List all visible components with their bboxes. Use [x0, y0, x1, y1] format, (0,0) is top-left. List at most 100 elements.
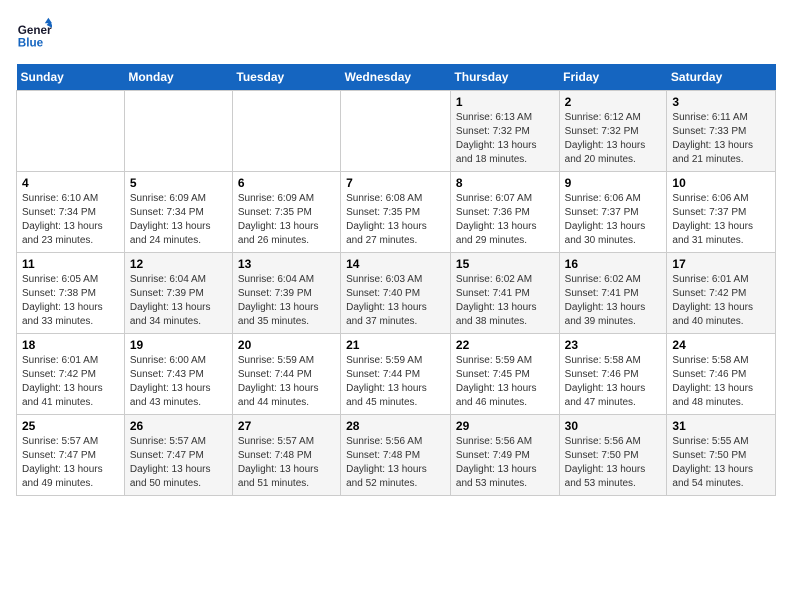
day-info: Sunrise: 5:59 AM Sunset: 7:44 PM Dayligh…: [346, 354, 445, 410]
calendar-cell: 22Sunrise: 5:59 AM Sunset: 7:45 PM Dayli…: [450, 334, 559, 415]
day-number: 15: [456, 257, 554, 271]
calendar-cell: 13 Sunrise: 6:04 AM Sunset: 7:39 PM Dayli…: [232, 253, 340, 334]
calendar-cell: 7 Sunrise: 6:08 AM Sunset: 7:35 PM Daylig…: [341, 172, 451, 253]
calendar-cell: 12 Sunrise: 6:04 AM Sunset: 7:39 PM Dayli…: [124, 253, 232, 334]
header: General Blue: [16, 16, 776, 52]
calendar-cell: 20Sunrise: 5:59 AM Sunset: 7:44 PM Dayli…: [232, 334, 340, 415]
calendar-cell: 2 Sunrise: 6:12 AM Sunset: 7:32 PM Daylig…: [559, 91, 667, 172]
day-info: Sunrise: 6:13 AM Sunset: 7:32 PM Dayligh…: [456, 111, 554, 167]
day-info: Sunrise: 6:02 AM Sunset: 7:41 PM Dayligh…: [565, 273, 662, 329]
calendar-body: 1 Sunrise: 6:13 AM Sunset: 7:32 PM Daylig…: [17, 91, 776, 496]
logo: General Blue: [16, 16, 52, 52]
header-cell-sunday: Sunday: [17, 64, 125, 91]
day-info: Sunrise: 6:06 AM Sunset: 7:37 PM Dayligh…: [565, 192, 662, 248]
day-number: 2: [565, 95, 662, 109]
day-number: 22: [456, 338, 554, 352]
day-number: 14: [346, 257, 445, 271]
calendar-cell: 26 Sunrise: 5:57 AM Sunset: 7:47 PM Dayli…: [124, 415, 232, 496]
header-cell-monday: Monday: [124, 64, 232, 91]
day-number: 8: [456, 176, 554, 190]
day-number: 28: [346, 419, 445, 433]
day-number: 17: [672, 257, 770, 271]
day-number: 25: [22, 419, 119, 433]
calendar-cell: 29Sunrise: 5:56 AM Sunset: 7:49 PM Dayli…: [450, 415, 559, 496]
calendar-cell: 4 Sunrise: 6:10 AM Sunset: 7:34 PM Daylig…: [17, 172, 125, 253]
day-info: Sunrise: 6:00 AM Sunset: 7:43 PM Dayligh…: [130, 354, 227, 410]
day-number: 7: [346, 176, 445, 190]
day-info: Sunrise: 6:03 AM Sunset: 7:40 PM Dayligh…: [346, 273, 445, 329]
calendar-cell: 24 Sunrise: 5:58 AM Sunset: 7:46 PM Dayli…: [667, 334, 776, 415]
day-number: 5: [130, 176, 227, 190]
header-cell-tuesday: Tuesday: [232, 64, 340, 91]
day-info: Sunrise: 5:58 AM Sunset: 7:46 PM Dayligh…: [565, 354, 662, 410]
calendar-header: SundayMondayTuesdayWednesdayThursdayFrid…: [17, 64, 776, 91]
calendar-cell: 10Sunrise: 6:06 AM Sunset: 7:37 PM Dayli…: [667, 172, 776, 253]
day-info: Sunrise: 6:09 AM Sunset: 7:34 PM Dayligh…: [130, 192, 227, 248]
header-row: SundayMondayTuesdayWednesdayThursdayFrid…: [17, 64, 776, 91]
day-number: 29: [456, 419, 554, 433]
day-info: Sunrise: 6:08 AM Sunset: 7:35 PM Dayligh…: [346, 192, 445, 248]
day-info: Sunrise: 5:57 AM Sunset: 7:48 PM Dayligh…: [238, 435, 335, 491]
calendar-cell: 5 Sunrise: 6:09 AM Sunset: 7:34 PM Daylig…: [124, 172, 232, 253]
day-number: 30: [565, 419, 662, 433]
day-info: Sunrise: 6:12 AM Sunset: 7:32 PM Dayligh…: [565, 111, 662, 167]
calendar-cell: 23Sunrise: 5:58 AM Sunset: 7:46 PM Dayli…: [559, 334, 667, 415]
svg-text:General: General: [18, 24, 52, 37]
day-number: 3: [672, 95, 770, 109]
day-info: Sunrise: 6:04 AM Sunset: 7:39 PM Dayligh…: [238, 273, 335, 329]
header-cell-saturday: Saturday: [667, 64, 776, 91]
day-info: Sunrise: 5:56 AM Sunset: 7:50 PM Dayligh…: [565, 435, 662, 491]
calendar-cell: 14 Sunrise: 6:03 AM Sunset: 7:40 PM Dayli…: [341, 253, 451, 334]
calendar-cell: 30 Sunrise: 5:56 AM Sunset: 7:50 PM Dayli…: [559, 415, 667, 496]
day-number: 20: [238, 338, 335, 352]
calendar-cell: 18 Sunrise: 6:01 AM Sunset: 7:42 PM Dayli…: [17, 334, 125, 415]
day-info: Sunrise: 5:55 AM Sunset: 7:50 PM Dayligh…: [672, 435, 770, 491]
calendar-week-2: 4 Sunrise: 6:10 AM Sunset: 7:34 PM Daylig…: [17, 172, 776, 253]
calendar-cell: [341, 91, 451, 172]
calendar-cell: 25 Sunrise: 5:57 AM Sunset: 7:47 PM Dayli…: [17, 415, 125, 496]
day-number: 6: [238, 176, 335, 190]
day-number: 4: [22, 176, 119, 190]
header-cell-wednesday: Wednesday: [341, 64, 451, 91]
day-info: Sunrise: 5:57 AM Sunset: 7:47 PM Dayligh…: [130, 435, 227, 491]
day-number: 12: [130, 257, 227, 271]
day-info: Sunrise: 6:07 AM Sunset: 7:36 PM Dayligh…: [456, 192, 554, 248]
day-info: Sunrise: 5:56 AM Sunset: 7:48 PM Dayligh…: [346, 435, 445, 491]
day-number: 24: [672, 338, 770, 352]
day-number: 26: [130, 419, 227, 433]
header-cell-thursday: Thursday: [450, 64, 559, 91]
day-info: Sunrise: 6:01 AM Sunset: 7:42 PM Dayligh…: [672, 273, 770, 329]
calendar-cell: 6Sunrise: 6:09 AM Sunset: 7:35 PM Daylig…: [232, 172, 340, 253]
calendar-cell: 11 Sunrise: 6:05 AM Sunset: 7:38 PM Dayli…: [17, 253, 125, 334]
calendar-week-5: 25 Sunrise: 5:57 AM Sunset: 7:47 PM Dayli…: [17, 415, 776, 496]
day-number: 21: [346, 338, 445, 352]
day-number: 16: [565, 257, 662, 271]
day-number: 18: [22, 338, 119, 352]
day-info: Sunrise: 6:06 AM Sunset: 7:37 PM Dayligh…: [672, 192, 770, 248]
day-info: Sunrise: 6:01 AM Sunset: 7:42 PM Dayligh…: [22, 354, 119, 410]
calendar-cell: [17, 91, 125, 172]
day-info: Sunrise: 6:04 AM Sunset: 7:39 PM Dayligh…: [130, 273, 227, 329]
day-info: Sunrise: 5:58 AM Sunset: 7:46 PM Dayligh…: [672, 354, 770, 410]
day-info: Sunrise: 6:05 AM Sunset: 7:38 PM Dayligh…: [22, 273, 119, 329]
day-number: 31: [672, 419, 770, 433]
day-number: 9: [565, 176, 662, 190]
day-info: Sunrise: 6:10 AM Sunset: 7:34 PM Dayligh…: [22, 192, 119, 248]
calendar-cell: 9 Sunrise: 6:06 AM Sunset: 7:37 PM Daylig…: [559, 172, 667, 253]
header-cell-friday: Friday: [559, 64, 667, 91]
calendar-cell: [124, 91, 232, 172]
calendar-cell: 17 Sunrise: 6:01 AM Sunset: 7:42 PM Dayli…: [667, 253, 776, 334]
day-number: 1: [456, 95, 554, 109]
day-info: Sunrise: 5:57 AM Sunset: 7:47 PM Dayligh…: [22, 435, 119, 491]
day-number: 19: [130, 338, 227, 352]
calendar-table: SundayMondayTuesdayWednesdayThursdayFrid…: [16, 64, 776, 496]
calendar-week-3: 11 Sunrise: 6:05 AM Sunset: 7:38 PM Dayli…: [17, 253, 776, 334]
day-number: 13: [238, 257, 335, 271]
calendar-cell: 27Sunrise: 5:57 AM Sunset: 7:48 PM Dayli…: [232, 415, 340, 496]
calendar-cell: 8 Sunrise: 6:07 AM Sunset: 7:36 PM Daylig…: [450, 172, 559, 253]
calendar-cell: 21 Sunrise: 5:59 AM Sunset: 7:44 PM Dayli…: [341, 334, 451, 415]
calendar-cell: 28 Sunrise: 5:56 AM Sunset: 7:48 PM Dayli…: [341, 415, 451, 496]
calendar-cell: 3Sunrise: 6:11 AM Sunset: 7:33 PM Daylig…: [667, 91, 776, 172]
day-number: 11: [22, 257, 119, 271]
calendar-cell: 19 Sunrise: 6:00 AM Sunset: 7:43 PM Dayli…: [124, 334, 232, 415]
